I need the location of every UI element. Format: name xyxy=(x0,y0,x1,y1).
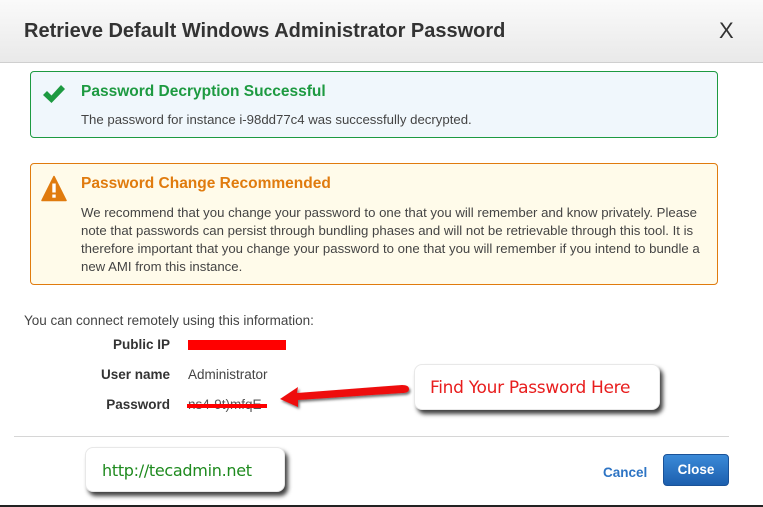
close-icon[interactable]: X xyxy=(719,19,734,43)
website-callout: http://tecadmin.net xyxy=(85,447,285,492)
warning-alert-title: Password Change Recommended xyxy=(81,175,331,192)
find-password-callout: Find Your Password Here xyxy=(414,364,660,410)
username-label: User name xyxy=(100,367,170,382)
warning-alert-message: We recommend that you change your passwo… xyxy=(81,205,700,274)
find-password-text: Find Your Password Here xyxy=(430,378,631,398)
website-text: http://tecadmin.net xyxy=(102,461,252,480)
success-alert: Password Decryption Successful The passw… xyxy=(30,71,718,138)
password-label: Password xyxy=(106,397,170,412)
dialog-header: Retrieve Default Windows Administrator P… xyxy=(0,0,763,63)
dialog-title: Retrieve Default Windows Administrator P… xyxy=(24,20,506,42)
password-strikeout xyxy=(187,404,267,408)
checkmark-icon xyxy=(43,85,65,103)
footer-divider xyxy=(14,436,729,437)
password-value-wrap: ns4-9t)mfqE xyxy=(187,397,267,412)
close-button[interactable]: Close xyxy=(663,454,729,486)
warning-triangle-icon xyxy=(41,175,67,202)
public-ip-row: Public IP xyxy=(0,337,400,355)
warning-alert: Password Change Recommended We recommend… xyxy=(30,163,718,285)
red-arrow-icon xyxy=(280,385,409,407)
connect-intro-text: You can connect remotely using this info… xyxy=(24,313,314,328)
public-ip-redacted xyxy=(188,340,286,350)
success-alert-message: The password for instance i-98dd77c4 was… xyxy=(81,112,472,127)
success-alert-title: Password Decryption Successful xyxy=(81,83,326,100)
cancel-button[interactable]: Cancel xyxy=(603,465,647,480)
username-value: Administrator xyxy=(188,367,268,382)
public-ip-label: Public IP xyxy=(112,337,170,352)
